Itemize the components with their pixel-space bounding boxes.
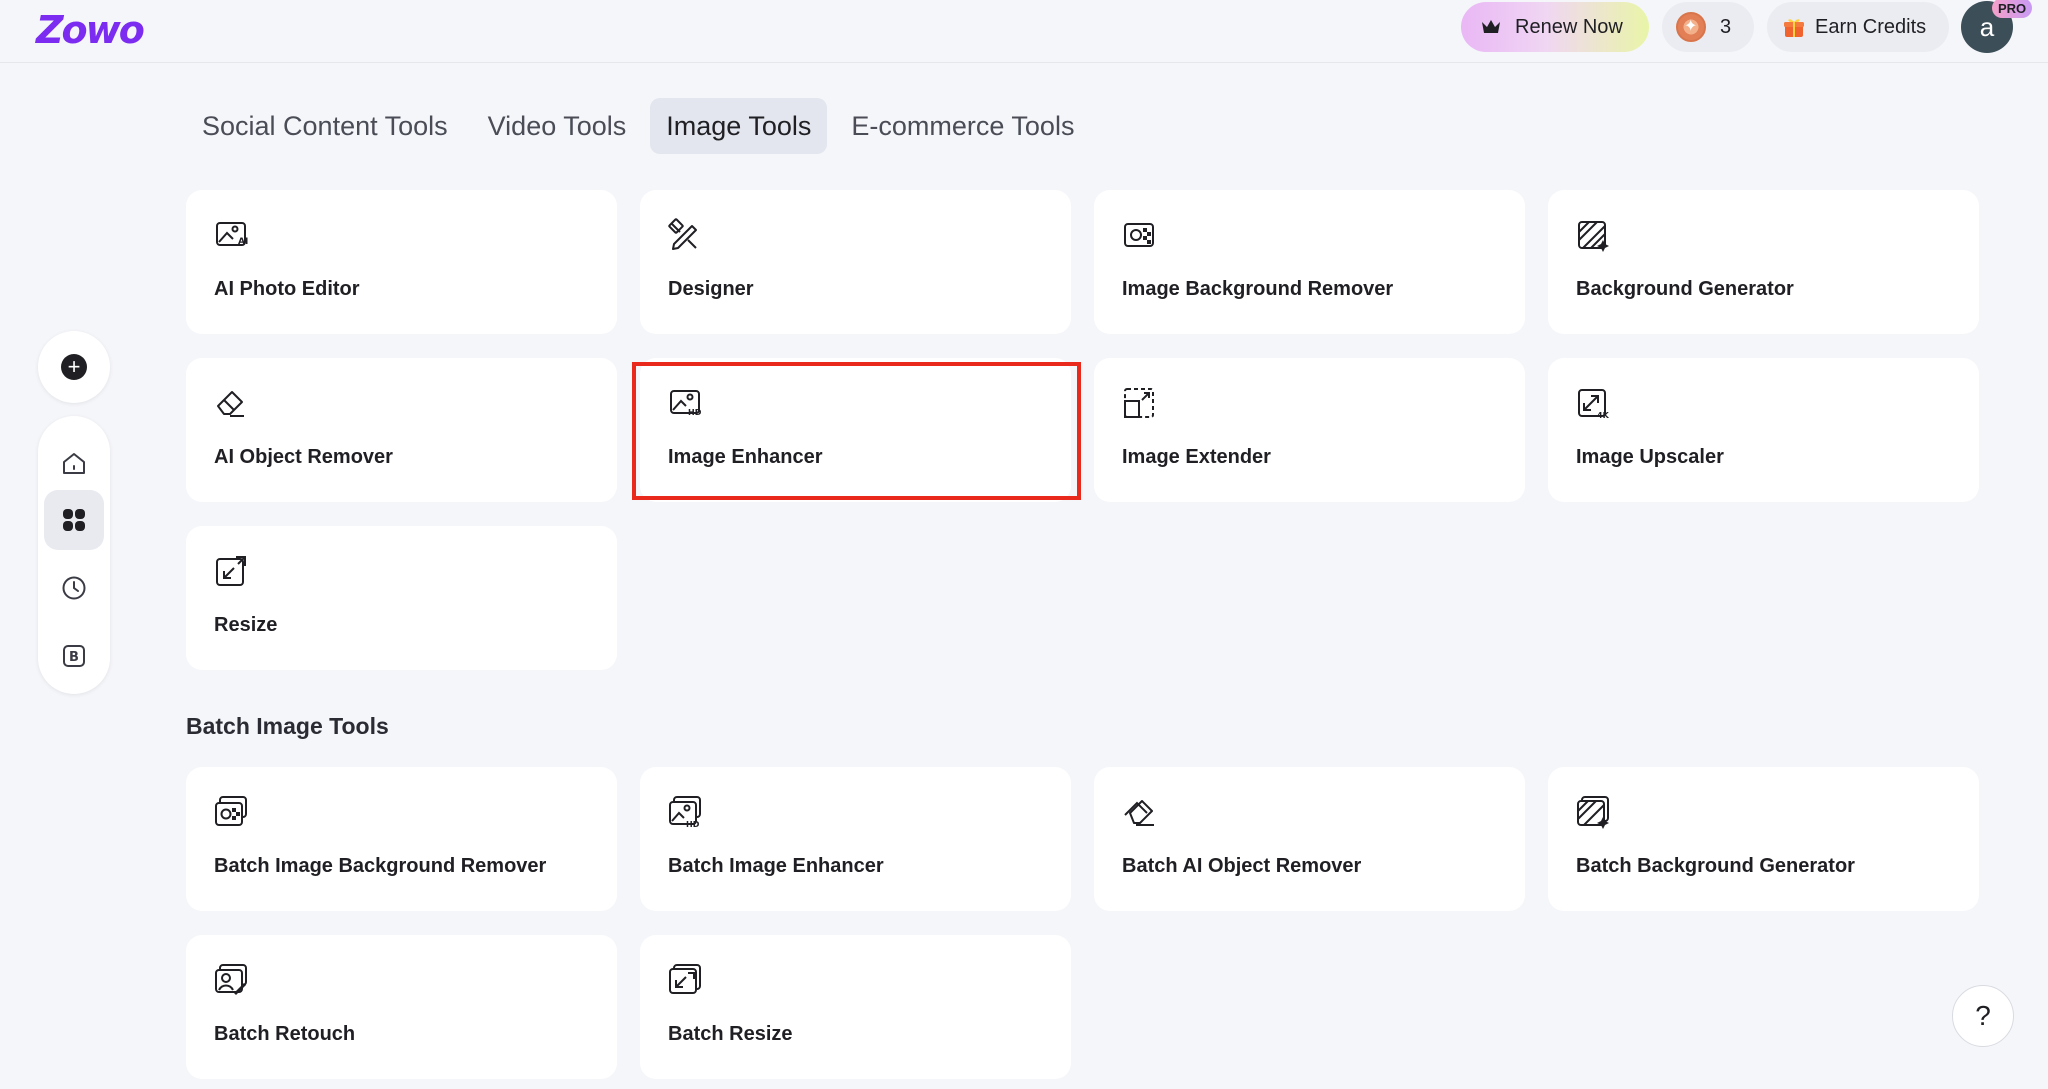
extender-icon xyxy=(1124,388,1154,418)
tool-label: Image Background Remover xyxy=(1122,278,1394,300)
tool-card-ai-photo-editor[interactable]: AI AI Photo Editor xyxy=(186,190,617,334)
tool-category-tabs: Social Content Tools Video Tools Image T… xyxy=(186,98,1098,154)
svg-text:AI: AI xyxy=(238,237,248,247)
hd-image-icon: HD xyxy=(670,390,702,417)
tool-label: Batch AI Object Remover xyxy=(1122,855,1362,877)
tab-social-content-tools[interactable]: Social Content Tools xyxy=(186,98,464,154)
eraser-icon xyxy=(217,391,244,417)
tool-label: Batch Retouch xyxy=(214,1023,356,1045)
upscaler-4k-icon: 4K xyxy=(1578,389,1610,420)
tool-label: Image Enhancer xyxy=(668,446,823,468)
tool-card-batch-image-enhancer[interactable]: HD Batch Image Enhancer xyxy=(640,767,1071,911)
svg-text:HD: HD xyxy=(686,820,700,829)
crown-icon xyxy=(1482,20,1500,33)
credits-badge[interactable]: 3 xyxy=(1662,2,1754,52)
zowo-logo[interactable]: Zowo xyxy=(36,8,145,52)
designer-icon xyxy=(668,218,697,250)
tool-card-background-generator[interactable]: Background Generator xyxy=(1548,190,1979,334)
tool-card-image-background-remover[interactable]: Image Background Remover xyxy=(1094,190,1525,334)
tab-ecommerce-tools[interactable]: E-commerce Tools xyxy=(835,98,1090,154)
help-button[interactable]: ? xyxy=(1952,985,2014,1047)
earn-credits-label: Earn Credits xyxy=(1815,15,1927,38)
tool-label: AI Object Remover xyxy=(214,446,393,468)
batch-retouch-icon xyxy=(215,964,247,995)
sidebar-item-tools[interactable] xyxy=(44,490,104,550)
brand-icon: B xyxy=(63,645,85,667)
grid-icon xyxy=(63,509,85,531)
tool-card-ai-object-remover[interactable]: AI Object Remover xyxy=(186,358,617,502)
ai-photo-icon: AI xyxy=(216,222,248,247)
tool-label: AI Photo Editor xyxy=(214,278,360,300)
batch-section-title: Batch Image Tools xyxy=(186,713,389,739)
gift-icon xyxy=(1784,19,1804,37)
sidebar-item-brand[interactable]: B xyxy=(44,626,104,686)
tool-label: Resize xyxy=(214,614,278,636)
create-new-button[interactable]: + xyxy=(38,331,110,403)
tool-label: Image Upscaler xyxy=(1576,446,1724,468)
renew-now-label: Renew Now xyxy=(1515,15,1623,38)
batch-eraser-icon xyxy=(1124,800,1154,826)
credits-count: 3 xyxy=(1720,15,1732,38)
tool-card-image-enhancer[interactable]: HD Image Enhancer xyxy=(640,358,1071,502)
tab-video-tools[interactable]: Video Tools xyxy=(472,98,643,154)
tool-card-designer[interactable]: Designer xyxy=(640,190,1071,334)
pro-badge: PRO xyxy=(1992,0,2033,18)
tool-label: Background Generator xyxy=(1576,278,1794,300)
bg-remover-icon xyxy=(1124,223,1154,247)
svg-text:HD: HD xyxy=(688,408,702,417)
top-bar: Zowo Renew Now 3 Earn Credits a PRO xyxy=(0,0,2048,63)
batch-bg-generator-icon xyxy=(1577,796,1609,829)
tool-card-image-upscaler[interactable]: 4K Image Upscaler xyxy=(1548,358,1979,502)
tool-card-batch-resize[interactable]: Batch Resize xyxy=(640,935,1071,1079)
tool-card-image-extender[interactable]: Image Extender xyxy=(1094,358,1525,502)
tool-label: Batch Image Enhancer xyxy=(668,855,884,877)
svg-text:B: B xyxy=(69,650,79,665)
sidebar-item-history[interactable] xyxy=(44,558,104,618)
coin-icon xyxy=(1676,12,1706,42)
clock-icon xyxy=(62,576,86,600)
tool-card-batch-retouch[interactable]: Batch Retouch xyxy=(186,935,617,1079)
resize-icon xyxy=(216,556,246,586)
tool-label: Batch Resize xyxy=(668,1023,793,1045)
tool-card-batch-image-background-remover[interactable]: Batch Image Background Remover xyxy=(186,767,617,911)
svg-text:4K: 4K xyxy=(1597,411,1610,420)
tool-label: Batch Background Generator xyxy=(1576,855,1855,877)
tool-label: Image Extender xyxy=(1122,446,1271,468)
tab-image-tools[interactable]: Image Tools xyxy=(650,98,828,154)
tool-label: Designer xyxy=(668,278,754,300)
batch-bg-remover-icon xyxy=(215,796,247,826)
plus-icon: + xyxy=(61,354,87,380)
batch-hd-icon: HD xyxy=(669,796,701,829)
side-nav: B xyxy=(38,416,110,694)
bg-generator-icon xyxy=(1578,221,1609,252)
tool-card-resize[interactable]: Resize xyxy=(186,526,617,670)
sidebar-item-home[interactable] xyxy=(44,434,104,494)
home-icon xyxy=(63,453,85,474)
tool-card-batch-background-generator[interactable]: Batch Background Generator xyxy=(1548,767,1979,911)
renew-now-button[interactable]: Renew Now xyxy=(1461,2,1649,52)
tool-card-batch-ai-object-remover[interactable]: Batch AI Object Remover xyxy=(1094,767,1525,911)
tool-label: Batch Image Background Remover xyxy=(214,855,547,877)
batch-resize-icon xyxy=(669,964,701,994)
earn-credits-button[interactable]: Earn Credits xyxy=(1767,2,1949,52)
